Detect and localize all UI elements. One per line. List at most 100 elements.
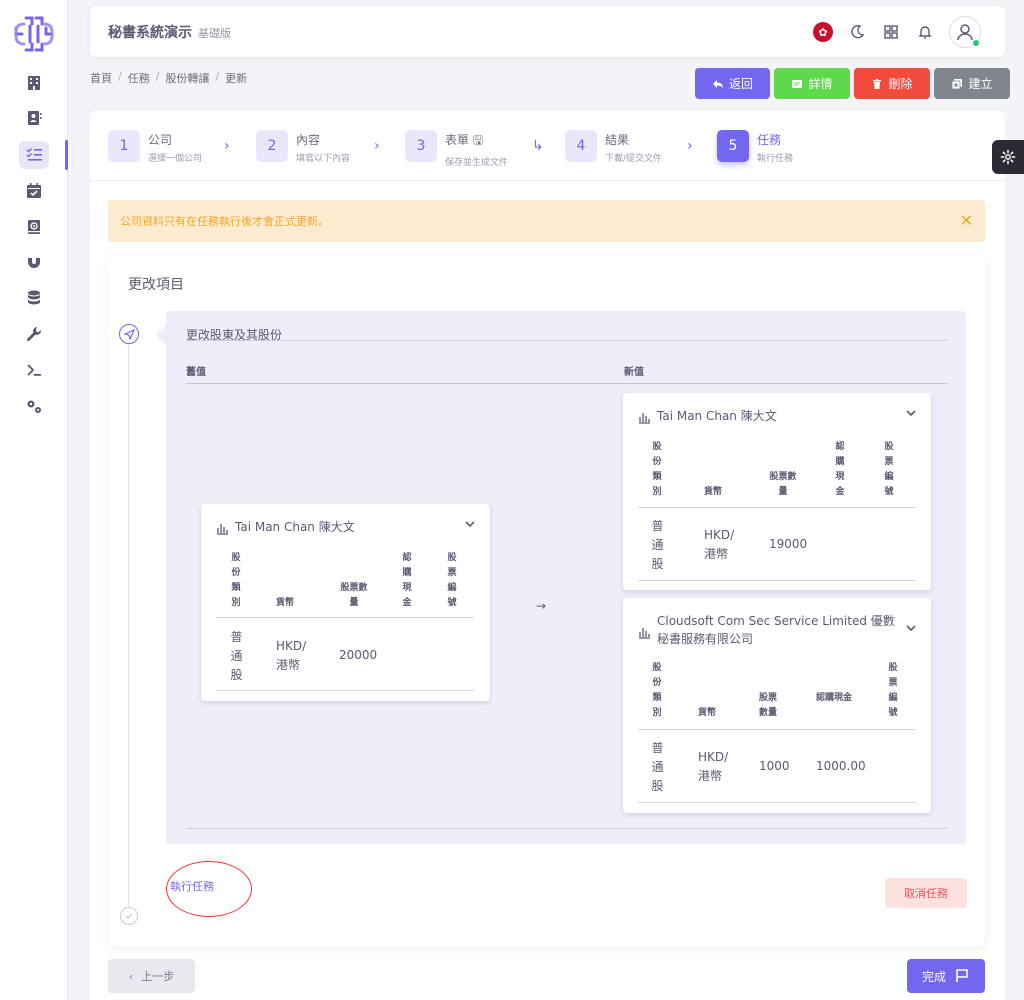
reply-icon — [712, 79, 723, 88]
step-form[interactable]: 3 表單 🖫 保存並生成文件 — [405, 130, 508, 168]
chevron-down-icon[interactable] — [464, 518, 476, 530]
chevron-down-icon[interactable] — [905, 622, 917, 634]
bar-chart-icon — [639, 628, 650, 639]
col-currency: 貨幣 — [704, 487, 723, 497]
execute-task-button[interactable]: 執行任務 — [170, 878, 214, 894]
step-company[interactable]: 1 公司 選擇一個公司 — [108, 130, 202, 164]
alert-message: 公司資料只有在任務執行後才會正式更新。 — [120, 215, 329, 228]
breadcrumb: 首頁 / 任務 / 股份轉讓 / 更新 — [90, 70, 248, 86]
chevron-right-icon: › — [687, 138, 693, 154]
calendar-check-icon — [27, 183, 41, 198]
col-currency: 貨幣 — [698, 708, 717, 718]
share-class-value: 普通股 — [651, 519, 664, 571]
finish-button[interactable]: 完成 — [907, 959, 985, 993]
nav-calendar[interactable] — [0, 174, 68, 208]
nav-magnet[interactable] — [0, 245, 68, 279]
database-icon — [28, 290, 40, 305]
turn-down-right-icon: ↳ — [532, 138, 544, 154]
flag-icon — [956, 969, 968, 982]
add-copy-icon — [952, 78, 963, 89]
col-cert-no: 股票編號 — [888, 663, 898, 718]
breadcrumb-home[interactable]: 首頁 — [90, 70, 112, 86]
change-item-box: 更改股東及其股份 舊值 新值 Tai Man Chan 陳大文 股份類別 貨幣 … — [156, 311, 966, 844]
col-cert-no: 股票編號 — [884, 442, 894, 497]
chevron-right-icon: › — [374, 138, 380, 154]
col-currency: 貨幣 — [276, 598, 295, 608]
cash-value: 1000.00 — [816, 759, 866, 773]
nav-company[interactable] — [0, 66, 68, 100]
nav-contacts[interactable] — [0, 101, 68, 135]
quantity-value: 19000 — [769, 537, 808, 551]
timeline-line — [128, 341, 129, 911]
chevron-left-icon: ‹ — [128, 969, 134, 983]
back-button[interactable]: 返回 — [695, 68, 770, 99]
building-icon — [28, 76, 40, 90]
step-content[interactable]: 2 內容 填寫以下內容 — [256, 130, 350, 164]
delete-button[interactable]: 刪除 — [854, 68, 930, 99]
customizer-toggle[interactable] — [992, 140, 1024, 174]
col-cash: 認購現金 — [402, 553, 412, 608]
book-at-icon — [28, 220, 40, 234]
nav-settings[interactable] — [0, 390, 68, 424]
save-icon: 🖫 — [472, 133, 484, 147]
arrow-right-icon: → — [536, 599, 547, 613]
checklist-icon — [26, 147, 42, 161]
col-share-class: 股份類別 — [652, 442, 662, 497]
nav-tools[interactable] — [0, 317, 68, 351]
col-quantity: 股票數量 — [340, 583, 368, 608]
nav-registry[interactable] — [0, 210, 68, 244]
chevron-down-icon[interactable] — [905, 407, 917, 419]
close-icon[interactable]: ✕ — [960, 211, 973, 230]
old-shareholder-card: Tai Man Chan 陳大文 股份類別 貨幣 股票數量 認購現金 股票編號 … — [201, 504, 490, 701]
app-logo[interactable] — [10, 14, 58, 54]
changes-title: 更改項目 — [128, 277, 184, 293]
user-icon — [957, 24, 973, 41]
wizard-stepper: 1 公司 選擇一個公司 › 2 內容 填寫以下內容 › 3 表單 🖫 保存並生成文件… — [90, 111, 1005, 181]
magnet-icon — [28, 256, 40, 268]
action-toolbar: 返回 詳情 刪除 建立 — [695, 68, 1010, 99]
changes-card: 更改項目 更改股東及其股份 舊值 新值 Tai Man Chan 陳大文 股份類… — [108, 256, 985, 946]
col-quantity: 股票數量 — [769, 472, 797, 497]
step-result[interactable]: 4 結果 下載/提交文件 — [565, 130, 662, 164]
message-icon — [792, 79, 803, 88]
shareholder-name: Tai Man Chan 陳大文 — [657, 409, 777, 423]
cogs-icon — [27, 400, 41, 413]
breadcrumb-tasks[interactable]: 任務 — [128, 70, 150, 86]
grid-icon[interactable] — [881, 22, 901, 42]
currency-value: HKD/港幣 — [276, 639, 307, 672]
user-avatar[interactable] — [949, 16, 981, 48]
shareholder-header: Tai Man Chan 陳大文 — [637, 407, 777, 425]
shareholder-name: Cloudsoft Com Sec Service Limited 優數秘書服務… — [657, 614, 895, 646]
warning-alert: 公司資料只有在任務執行後才會正式更新。 ✕ — [108, 200, 985, 242]
check-circle-icon — [120, 907, 138, 925]
send-icon — [119, 324, 139, 344]
quantity-value: 1000 — [759, 759, 790, 773]
shareholder-name: Tai Man Chan 陳大文 — [235, 520, 355, 534]
quantity-value: 20000 — [339, 648, 378, 662]
shareholder-header: Tai Man Chan 陳大文 — [215, 518, 355, 536]
detail-button[interactable]: 詳情 — [774, 68, 850, 99]
new-shareholder-card: Tai Man Chan 陳大文 股份類別 貨幣 股票數量 認購現金 股票編號 … — [623, 393, 931, 590]
col-share-class: 股份類別 — [231, 553, 241, 608]
top-header: 秘書系統演示 基礎版 ✿ — [90, 6, 1005, 57]
create-button[interactable]: 建立 — [934, 68, 1010, 99]
share-class-value: 普通股 — [230, 630, 243, 682]
col-share-class: 股份類別 — [652, 663, 662, 718]
col-cash: 認購現金 — [816, 693, 853, 703]
moon-icon[interactable] — [847, 22, 867, 42]
cancel-task-button[interactable]: 取消任務 — [885, 878, 967, 908]
breadcrumb-update: 更新 — [225, 72, 248, 85]
nav-terminal[interactable] — [0, 353, 68, 387]
col-cash: 認購現金 — [835, 442, 845, 497]
wrench-icon — [26, 327, 41, 342]
hk-flag-icon[interactable]: ✿ — [813, 22, 833, 42]
breadcrumb-share-transfer[interactable]: 股份轉讓 — [165, 70, 209, 86]
bell-icon[interactable] — [915, 22, 935, 42]
previous-step-button[interactable]: ‹ 上一步 — [108, 959, 195, 993]
old-value-header: 舊值 — [186, 367, 206, 378]
logo-icon — [14, 16, 54, 52]
col-cert-no: 股票編號 — [447, 553, 457, 608]
step-task[interactable]: 5 任務 執行任務 — [717, 130, 793, 164]
nav-tasks[interactable] — [0, 138, 68, 172]
nav-database[interactable] — [0, 281, 68, 315]
